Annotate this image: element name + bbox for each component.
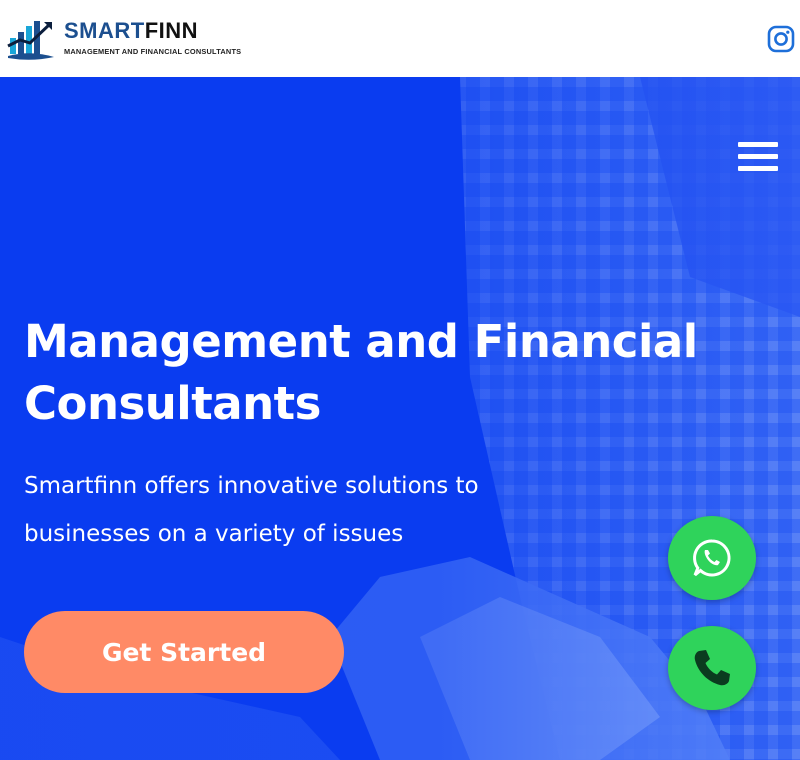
brand-name-part1: SMART [64,18,145,43]
brand-tagline: MANAGEMENT AND FINANCIAL CONSULTANTS [64,47,242,56]
whatsapp-button[interactable] [668,516,756,600]
get-started-button[interactable]: Get Started [24,611,344,693]
hero-subtitle: Smartfinn offers innovative solutions to… [24,473,479,547]
call-button[interactable] [668,626,756,710]
brand-name: SMARTFINN [64,19,198,43]
hero-title: Management and Financial Consultants [24,315,698,430]
hamburger-menu-icon[interactable] [738,142,778,172]
hero-section: Management and Financial Consultants Sma… [0,77,800,760]
logo-chart-icon [7,21,54,60]
phone-icon [694,650,730,686]
site-header: SMARTFINN MANAGEMENT AND FINANCIAL CONSU… [0,0,800,77]
whatsapp-icon [693,539,731,577]
brand-name-part2: FINN [144,18,199,43]
brand-logo[interactable]: SMARTFINN MANAGEMENT AND FINANCIAL CONSU… [6,16,266,64]
instagram-icon[interactable] [767,25,795,53]
